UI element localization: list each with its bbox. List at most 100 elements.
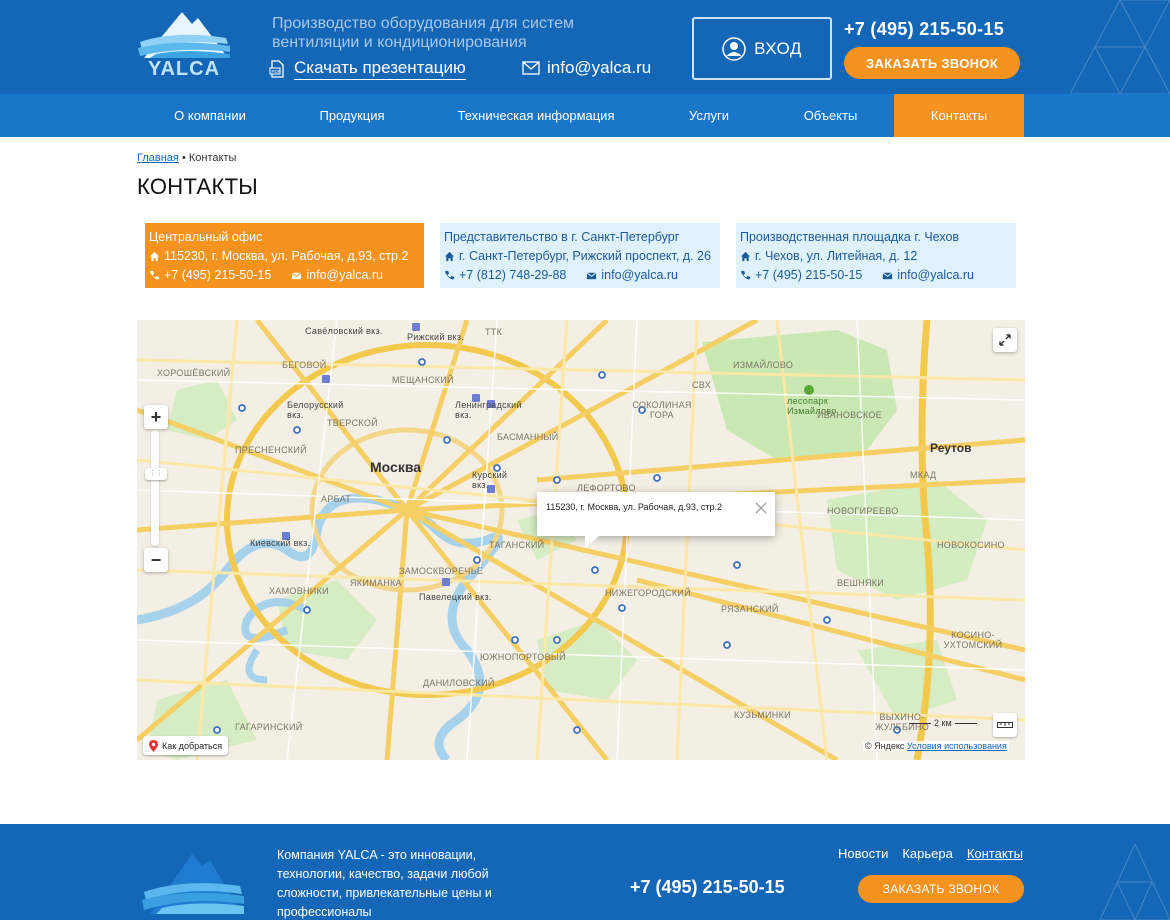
header-email-text: info@yalca.ru [547, 58, 652, 77]
map-zoom-slider-handle[interactable]: ⋮⋮ [145, 468, 167, 480]
office-card-spb[interactable]: Представительство в г. Санкт-Петербург г… [440, 223, 720, 288]
map-scale-label: 2 км [934, 718, 952, 728]
logo-text: YALCA [147, 58, 221, 80]
footer-link-career[interactable]: Карьера [902, 846, 953, 861]
map-label-belorussky: Белорусский вкз. [287, 400, 344, 420]
map-label-kievsky: Киевский вкз. [250, 538, 311, 548]
footer-link-news[interactable]: Новости [838, 846, 888, 861]
map-label-sokolinaya: СОКОЛИНАЯ ГОРА [632, 400, 692, 420]
map-label-khoroshevsky: ХОРОШЁВСКИЙ [157, 368, 231, 378]
footer-links: Новости Карьера Контакты [838, 846, 1023, 861]
office-contacts-row: +7 (495) 215-50-15 info@yalca.ru [740, 266, 1013, 285]
office-address-row: г. Санкт-Петербург, Рижский проспект, д.… [444, 247, 717, 266]
map-label-mkad: МКАД [910, 470, 937, 480]
grip-icon: ⋮⋮ [149, 470, 163, 477]
logo-mountain-icon [138, 12, 230, 58]
header-phone[interactable]: +7 (495) 215-50-15 [844, 19, 1004, 40]
map-directions-button[interactable]: Как добраться [143, 736, 229, 755]
map-terms-link[interactable]: Условия использования [907, 741, 1007, 751]
map-label-kuzminki: КУЗЬМИНКИ [734, 710, 791, 720]
nav-item-products[interactable]: Продукция [283, 94, 421, 137]
office-email[interactable]: info@yalca.ru [897, 266, 974, 285]
triangle-pattern-decoration [1070, 0, 1170, 94]
map-label-tagansky: ТАГАНСКИЙ [489, 540, 545, 550]
map-zoom-slider[interactable] [151, 430, 159, 546]
minus-icon: − [150, 549, 162, 570]
nav-item-objects[interactable]: Объекты [767, 94, 894, 137]
map-label-meshchansky: МЕЩАНСКИЙ [392, 375, 454, 385]
map-label-novogireevo: НОВОГИРЕЕВО [827, 506, 899, 516]
office-address: г. Санкт-Петербург, Рижский проспект, д.… [459, 249, 711, 263]
office-card-moscow[interactable]: Центральный офис 115230, г. Москва, ул. … [145, 223, 424, 288]
map-scale: 2 км [909, 718, 977, 728]
map-label-basmanny: БАСМАННЫЙ [497, 432, 559, 442]
download-presentation-link[interactable]: PDF Скачать презентацию [268, 58, 466, 80]
envelope-icon [883, 272, 893, 280]
office-card-chekhov[interactable]: Производственная площадка г. Чехов г. Че… [736, 223, 1016, 288]
office-email[interactable]: info@yalca.ru [306, 266, 383, 285]
home-icon [444, 251, 455, 262]
footer-link-contacts[interactable]: Контакты [967, 846, 1023, 861]
office-address-row: г. Чехов, ул. Литейная, д. 12 [740, 247, 1013, 266]
expand-icon [999, 334, 1011, 346]
nav-item-technical-info[interactable]: Техническая информация [421, 94, 651, 137]
map-label-rizhsky: Рижский вкз. [407, 332, 465, 342]
office-phone[interactable]: +7 (495) 215-50-15 [164, 266, 271, 285]
download-presentation-label: Скачать презентацию [294, 58, 466, 80]
nav-item-contacts[interactable]: Контакты [894, 94, 1024, 137]
footer-phone[interactable]: +7 (495) 215-50-15 [630, 877, 785, 898]
yalca-logo[interactable]: YALCA [136, 8, 232, 80]
login-button[interactable]: ВХОД [692, 17, 832, 80]
map-label-leningradsky: Ленинградский вкз. [455, 400, 522, 420]
map-label-tverskoy: ТВЕРСКОЙ [327, 418, 378, 428]
map-zoom-out-button[interactable]: − [144, 548, 168, 572]
office-contacts-row: +7 (812) 748-29-88 info@yalca.ru [444, 266, 717, 285]
pdf-file-icon: PDF [269, 60, 284, 78]
office-address: 115230, г. Москва, ул. Рабочая, д.93, ст… [164, 249, 409, 263]
order-callback-button[interactable]: ЗАКАЗАТЬ ЗВОНОК [844, 47, 1020, 79]
home-icon [740, 251, 751, 262]
map-label-presnensky: ПРЕСНЕНСКИЙ [235, 445, 307, 455]
map-pin-icon [149, 739, 158, 752]
phone-icon [149, 270, 160, 280]
office-phone[interactable]: +7 (812) 748-29-88 [459, 266, 566, 285]
map-label-danilovsky: ДАНИЛОВСКИЙ [423, 678, 495, 688]
office-phone[interactable]: +7 (495) 215-50-15 [755, 266, 862, 285]
office-email[interactable]: info@yalca.ru [601, 266, 678, 285]
envelope-icon [292, 272, 302, 280]
login-label: ВХОД [754, 38, 802, 58]
header-email-link[interactable]: info@yalca.ru [522, 58, 651, 78]
map-label-ttk: ТТК [485, 327, 503, 337]
close-icon[interactable] [754, 501, 768, 515]
svg-text:PDF: PDF [272, 69, 281, 74]
map-label-paveletsky: Павелецкий вкз. [419, 592, 492, 602]
page-title: КОНТАКТЫ [137, 174, 259, 199]
breadcrumb: Главная • Контакты [137, 152, 236, 164]
breadcrumb-current: Контакты [188, 152, 237, 164]
map-zoom-in-button[interactable]: + [144, 405, 168, 429]
map-label-kosino: КОСИНО-УХТОМСКИЙ [943, 630, 1003, 650]
footer-order-callback-button[interactable]: ЗАКАЗАТЬ ЗВОНОК [858, 875, 1024, 903]
footer-logo-icon[interactable] [140, 844, 246, 920]
map-label-yuzhnoportovy: ЮЖНОПОРТОВЫЙ [480, 652, 566, 662]
map-label-ivanovskoye: ИВАНОВСКОЕ [817, 410, 883, 420]
map-directions-label: Как добраться [162, 740, 223, 751]
map-label-yakimanka: ЯКИМАНКА [350, 578, 402, 588]
yandex-map[interactable]: Москва Реутов лесопарк Измайлово Савёлов… [137, 320, 1025, 760]
triangle-pattern-decoration [1100, 844, 1170, 920]
map-address-balloon: 115230, г. Москва, ул. Рабочая, д.93, ст… [537, 492, 775, 548]
nav-item-about[interactable]: О компании [137, 94, 283, 137]
envelope-icon [522, 61, 540, 75]
map-fullscreen-button[interactable] [993, 328, 1017, 352]
map-label-veshnyaki: ВЕШНЯКИ [837, 578, 885, 588]
site-header: YALCA Производство оборудования для сист… [0, 0, 1170, 94]
map-city-moscow: Москва [370, 459, 422, 475]
map-label-izmaylovo: ИЗМАЙЛОВО [733, 360, 794, 370]
breadcrumb-separator: • [181, 152, 186, 164]
nav-item-services[interactable]: Услуги [651, 94, 767, 137]
map-copyright-yandex: © Яндекс [865, 741, 905, 751]
envelope-icon [587, 272, 597, 280]
breadcrumb-home-link[interactable]: Главная [137, 152, 179, 164]
map-ruler-button[interactable] [993, 713, 1017, 737]
map-label-svkh: СВХ [692, 380, 712, 390]
